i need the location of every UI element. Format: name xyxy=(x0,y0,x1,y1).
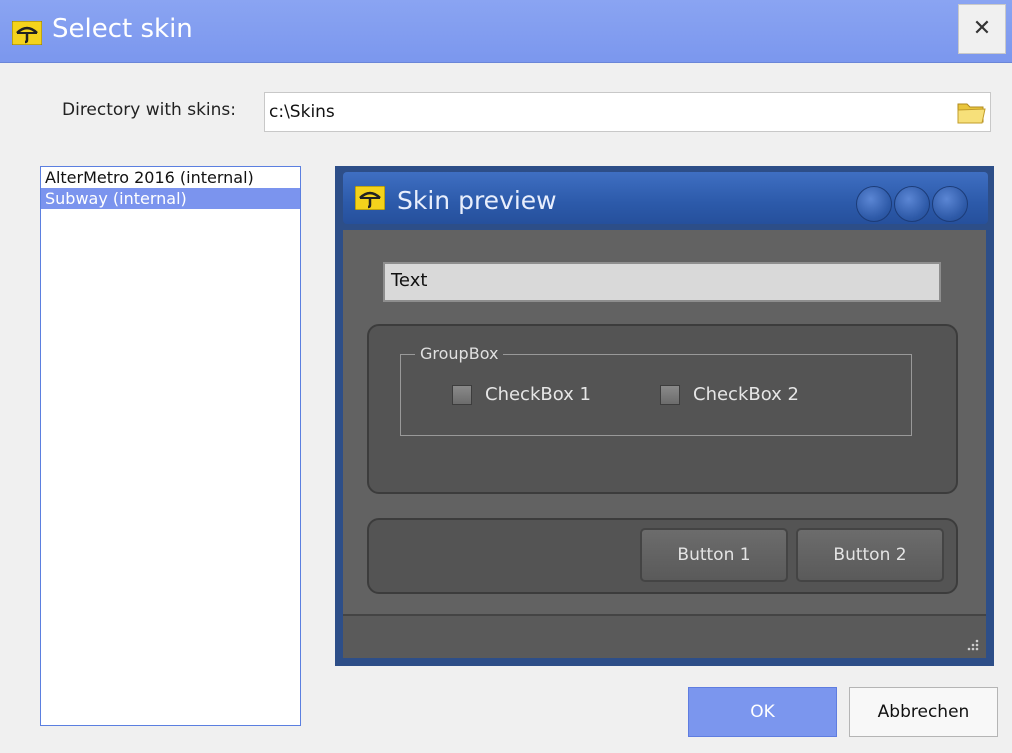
directory-label: Directory with skins: xyxy=(62,100,237,120)
preview-title: Skin preview xyxy=(397,186,557,215)
checkbox-2-label: CheckBox 2 xyxy=(693,384,800,405)
resize-grip-icon xyxy=(967,639,979,651)
preview-text-field: Text xyxy=(383,262,941,302)
directory-field[interactable] xyxy=(264,92,991,132)
skin-list[interactable]: AlterMetro 2016 (internal) Subway (inter… xyxy=(40,166,301,726)
folder-icon[interactable] xyxy=(956,98,986,126)
preview-status-bar xyxy=(343,614,986,658)
preview-button-1: Button 1 xyxy=(640,528,788,582)
skin-list-item-altermetro[interactable]: AlterMetro 2016 (internal) xyxy=(41,167,300,188)
umbrella-icon xyxy=(355,186,385,210)
groupbox-label: GroupBox xyxy=(415,344,504,363)
preview-close-button xyxy=(932,186,968,222)
preview-title-bar: Skin preview xyxy=(343,172,988,224)
preview-minimize-button xyxy=(856,186,892,222)
preview-maximize-button xyxy=(894,186,930,222)
skin-list-item-subway[interactable]: Subway (internal) xyxy=(41,188,300,209)
preview-checkbox-2 xyxy=(660,385,680,405)
preview-groupbox xyxy=(400,354,912,436)
title-bar: Select skin ✕ xyxy=(0,0,1012,63)
preview-button-2: Button 2 xyxy=(796,528,944,582)
umbrella-icon xyxy=(12,21,42,45)
checkbox-1-label: CheckBox 1 xyxy=(485,384,592,405)
window-title: Select skin xyxy=(52,14,193,44)
skin-preview-window: Skin preview Text GroupBox CheckBox 1 Ch… xyxy=(335,166,994,666)
cancel-button[interactable]: Abbrechen xyxy=(849,687,998,737)
preview-checkbox-1 xyxy=(452,385,472,405)
ok-button[interactable]: OK xyxy=(688,687,837,737)
close-icon: ✕ xyxy=(972,16,992,41)
close-button[interactable]: ✕ xyxy=(958,4,1006,54)
preview-client-area: Text GroupBox CheckBox 1 CheckBox 2 Butt… xyxy=(343,230,986,658)
directory-input[interactable] xyxy=(269,97,909,127)
